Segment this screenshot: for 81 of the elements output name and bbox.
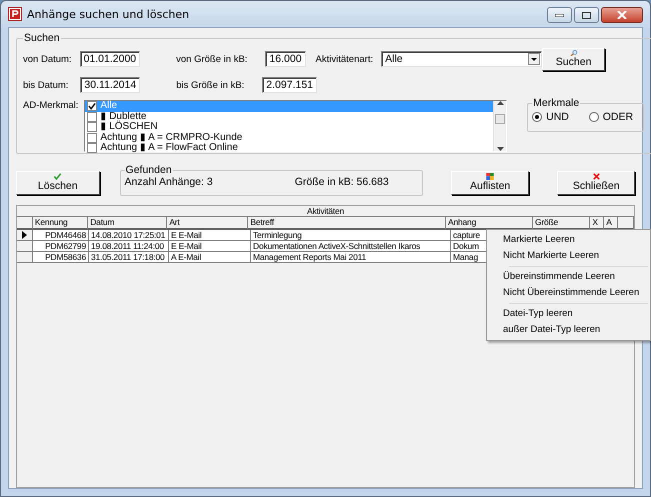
close-button[interactable] [601, 7, 643, 23]
input-field[interactable]: 16.000 [265, 51, 306, 67]
input-field[interactable]: 30.11.2014 [80, 77, 140, 93]
radio-button[interactable] [532, 112, 542, 122]
list-button[interactable]: Auflisten [450, 171, 530, 195]
maximize-icon [582, 12, 591, 18]
radio-label: ODER [602, 111, 634, 123]
field-label: von Größe in kB: [176, 54, 248, 64]
item-label: Alle [100, 101, 118, 112]
list-item[interactable]: Achtung ▮ A = FlowFact Online [85, 143, 494, 154]
app-logo-icon [8, 7, 22, 21]
list-item[interactable]: Achtung ▮ A = CRMPRO-Kunde [85, 132, 494, 143]
field-label: AD-Merkmal: [23, 100, 78, 113]
field-label: von Datum: [23, 54, 72, 64]
item-label: ▮ LÖSCHEN [100, 122, 158, 132]
dropdown[interactable]: Alle [381, 51, 542, 67]
column-header[interactable]: X [590, 217, 604, 230]
scroll-down-icon[interactable] [496, 147, 504, 151]
minimize-button[interactable] [547, 7, 572, 23]
column-header[interactable]: Kennung [32, 217, 88, 230]
minimize-icon [555, 14, 564, 16]
table-cell: Dokumentationen ActiveX-Schnittstellen Ikaros [251, 241, 451, 252]
group-label: Suchen [23, 32, 61, 44]
table-cell: Management Reports Mai 2011 [251, 252, 451, 263]
field-label: bis Größe in kB: [176, 80, 244, 90]
checkbox[interactable] [87, 101, 98, 112]
close-dialog-button[interactable]: Schließen [557, 171, 635, 195]
size-text: Größe in kB: 56.683 [294, 176, 389, 188]
column-header[interactable]: Größe [532, 217, 590, 230]
scrollbar-thumb[interactable] [495, 114, 506, 124]
column-header[interactable]: A [604, 217, 618, 230]
input-field[interactable]: 2.097.151 [262, 77, 318, 93]
list-item[interactable]: ▮ LÖSCHEN [85, 122, 494, 132]
column-header[interactable]: Art [167, 217, 248, 230]
table-cell: PDM58636 [33, 252, 89, 263]
search-icon [568, 50, 580, 56]
table-cell: A E-Mail [169, 252, 251, 263]
checkmark-icon [52, 173, 64, 180]
column-header[interactable]: Anhang [446, 217, 533, 230]
column-header[interactable]: Betreff [248, 217, 446, 230]
radio-label: UND [546, 111, 569, 123]
row-indicator[interactable] [17, 230, 33, 241]
radio-button[interactable] [588, 112, 599, 122]
field-label: Aktivitätenart: [316, 54, 374, 64]
close-icon [592, 173, 601, 180]
table-cell: 19.08.2011 11:24:00 [89, 241, 169, 252]
menu-item[interactable]: außer Datei-Typ leeren [487, 322, 650, 338]
menu-item[interactable]: Nicht Übereinstimmende Leeren [487, 285, 650, 301]
scroll-up-icon[interactable] [496, 101, 504, 105]
count-text: Anzahl Anhänge: 3 [124, 176, 213, 188]
item-label: Achtung ▮ A = FlowFact Online [100, 143, 238, 154]
colored-tiles-icon [484, 173, 496, 180]
menu-item[interactable]: Übereinstimmende Leeren [487, 269, 650, 285]
table-cell: Terminlegung [251, 230, 451, 241]
checkbox[interactable] [87, 112, 98, 122]
input-field[interactable]: 01.01.2000 [80, 51, 140, 67]
row-pointer-icon [22, 231, 27, 239]
checkbox-list[interactable]: Alle ▮ Dublette ▮ LÖSCHEN Achtung ▮ A = CRMPRO-Kunde Achtung ▮ A = FlowFact Online [84, 100, 508, 152]
table-cell: 31.05.2011 17:18:00 [89, 252, 169, 263]
checkbox[interactable] [87, 122, 98, 132]
checkbox[interactable] [87, 132, 98, 143]
menu-item[interactable]: Datei-Typ leeren [487, 306, 650, 322]
maximize-button[interactable] [574, 7, 599, 23]
delete-button[interactable]: Löschen [16, 171, 100, 195]
table-cell: E E-Mail [169, 241, 251, 252]
group-label: Merkmale [532, 97, 580, 109]
column-header[interactable]: Datum [88, 217, 168, 230]
table-cell: E E-Mail [169, 230, 251, 241]
window-title: Anhänge suchen und löschen [27, 8, 190, 20]
item-label: Achtung ▮ A = CRMPRO-Kunde [100, 132, 242, 142]
field-label: bis Datum: [23, 80, 68, 90]
group-label: Gefunden [124, 164, 173, 176]
item-label: ▮ Dublette [100, 112, 146, 122]
search-button[interactable]: Suchen [542, 48, 606, 71]
checkbox[interactable] [87, 143, 98, 154]
table-cell: 14.08.2010 17:25:01 [89, 230, 169, 241]
list-item[interactable]: ▮ Dublette [85, 112, 494, 122]
header-corner-cell [17, 217, 33, 230]
close-icon [617, 11, 627, 19]
table-cell: PDM62799 [33, 241, 89, 252]
table-cell: PDM46468 [33, 230, 89, 241]
